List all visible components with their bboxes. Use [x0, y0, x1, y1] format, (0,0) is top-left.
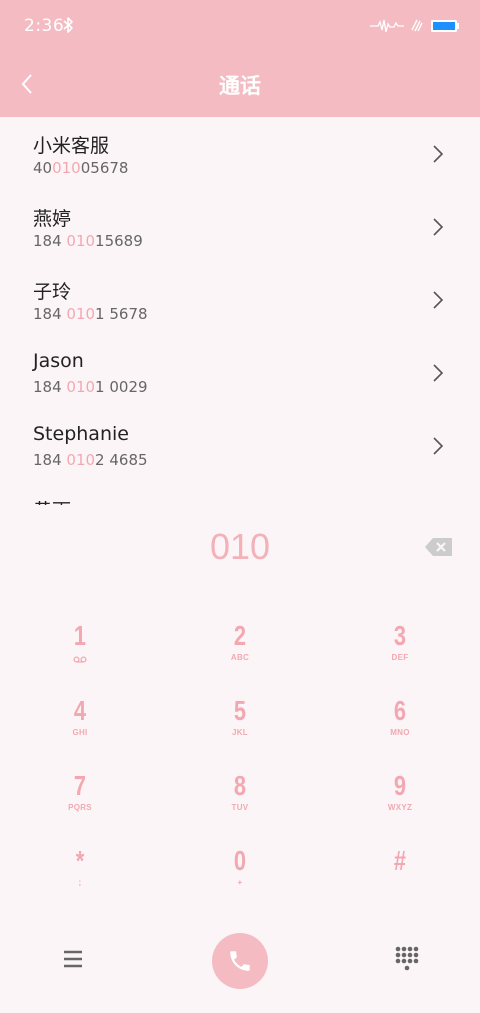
phone-icon [230, 951, 250, 971]
key-letters: TUV [231, 803, 249, 812]
key-digit: * [75, 845, 85, 876]
chevron-right-icon[interactable] [432, 217, 444, 237]
contact-number: 184 01015689 [33, 232, 143, 250]
key-digit: 3 [393, 620, 407, 651]
key-letters: + [237, 878, 243, 887]
key-3[interactable]: 3 DEF [320, 600, 480, 675]
key-digit: 8 [233, 770, 247, 801]
number-prefix: 40 [33, 159, 53, 177]
contact-item[interactable]: Stephanie 184 0102 4685 [0, 409, 480, 482]
number-match: 010 [52, 159, 81, 177]
key-8[interactable]: 8 TUV [160, 750, 320, 825]
number-suffix: 1 0029 [95, 378, 148, 396]
page-title: 通话 [219, 74, 261, 98]
key-letters: MNO [390, 728, 410, 737]
key-digit: 2 [233, 620, 247, 651]
number-prefix: 184 [33, 451, 67, 469]
contact-item[interactable]: Jason 184 0101 0029 [0, 336, 480, 409]
contact-item[interactable]: 小米客服 4001005678 [0, 117, 480, 190]
bottom-bar [0, 920, 480, 1000]
key-2[interactable]: 2 ABC [160, 600, 320, 675]
key-digit: 5 [233, 695, 247, 726]
key-letters: JKL [231, 728, 248, 737]
contact-name: 燕婷 [33, 208, 72, 230]
key-letters: DEF [391, 653, 409, 662]
number-suffix: 05678 [80, 159, 129, 177]
contact-name: 小米客服 [33, 135, 110, 157]
key-0[interactable]: 0 + [160, 825, 320, 900]
key-letters [0, 653, 160, 663]
key-letters: ABC [230, 653, 250, 662]
key-letters: ; [78, 878, 82, 887]
hamburger-menu-icon[interactable] [56, 946, 90, 972]
key-letters: GHI [72, 728, 88, 737]
key-6[interactable]: 6 MNO [320, 675, 480, 750]
key-hash[interactable]: # [320, 825, 480, 900]
contact-number: 4001005678 [33, 159, 128, 177]
key-letters: PQRS [68, 803, 92, 812]
number-prefix: 184 [33, 232, 67, 250]
signal-wave-icon [370, 19, 404, 33]
key-5[interactable]: 5 JKL [160, 675, 320, 750]
key-digit: 1 [73, 620, 87, 651]
key-digit: # [393, 845, 407, 876]
contact-item[interactable]: 黄雨 [0, 482, 480, 505]
backspace-icon[interactable] [424, 536, 454, 558]
contact-number: 184 0101 0029 [33, 378, 148, 396]
key-9[interactable]: 9 WXYZ [320, 750, 480, 825]
contact-list: 小米客服 4001005678 燕婷 184 01015689 子玲 184 0… [0, 117, 480, 505]
key-4[interactable]: 4 GHI [0, 675, 160, 750]
bluetooth-icon [63, 17, 73, 33]
call-button[interactable] [212, 933, 268, 989]
contact-item[interactable]: 燕婷 184 01015689 [0, 190, 480, 263]
keypad: 1 2 ABC 3 DEF 4 GHI 5 JKL 6 MNO 7 PQRS 8… [0, 600, 480, 900]
dialpad-icon[interactable] [392, 944, 420, 974]
key-digit: 9 [393, 770, 407, 801]
number-suffix: 15689 [95, 232, 143, 250]
status-time: 2:36 [24, 16, 65, 36]
voicemail-icon [73, 656, 87, 663]
chevron-right-icon[interactable] [432, 436, 444, 456]
key-letters [320, 878, 480, 888]
key-digit: 7 [73, 770, 87, 801]
contact-name: 黄雨 [33, 496, 71, 505]
contact-number: 184 0102 4685 [33, 451, 148, 469]
header: 2:36 通话 [0, 0, 480, 117]
key-digit: 4 [73, 695, 87, 726]
chevron-right-icon[interactable] [432, 144, 444, 164]
status-bar: 2:36 [0, 0, 480, 52]
key-7[interactable]: 7 PQRS [0, 750, 160, 825]
number-prefix: 184 [33, 305, 67, 323]
app-bar: 通话 [0, 52, 480, 117]
number-match: 010 [66, 451, 96, 469]
key-1[interactable]: 1 [0, 600, 160, 675]
key-digit: 6 [393, 695, 407, 726]
contact-name: Stephanie [33, 423, 129, 445]
number-suffix: 1 5678 [95, 305, 148, 323]
battery-icon [431, 20, 459, 32]
key-letters: WXYZ [387, 803, 413, 812]
contact-number: 184 0101 5678 [33, 305, 148, 323]
contact-name: 子玲 [33, 281, 72, 303]
key-star[interactable]: * ; [0, 825, 160, 900]
key-digit: 0 [233, 845, 247, 876]
number-match: 010 [66, 378, 96, 396]
chevron-right-icon[interactable] [432, 363, 444, 383]
number-match: 010 [66, 232, 96, 250]
contact-name: Jason [33, 350, 84, 372]
number-suffix: 2 4685 [95, 451, 148, 469]
contact-item[interactable]: 子玲 184 0101 5678 [0, 263, 480, 336]
dialed-number: 010 [209, 526, 271, 567]
wifi-icon [411, 19, 423, 32]
chevron-right-icon[interactable] [432, 290, 444, 310]
dial-display: 010 [0, 520, 480, 580]
number-match: 010 [66, 305, 96, 323]
number-prefix: 184 [33, 378, 67, 396]
